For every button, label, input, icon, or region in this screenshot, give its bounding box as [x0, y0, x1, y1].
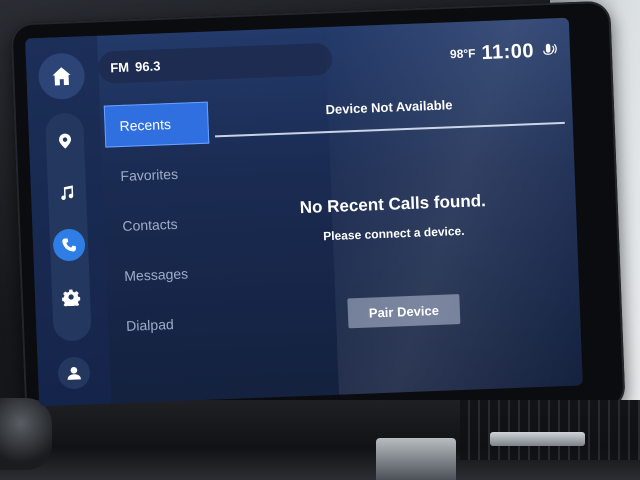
voice-assistant-icon[interactable]	[540, 41, 559, 60]
radio-station: 96.3	[134, 57, 161, 74]
clock: 11:00	[481, 39, 535, 64]
tab-label: Dialpad	[125, 316, 174, 334]
user-icon	[67, 366, 81, 380]
status-area: 98°F 11:00	[449, 34, 558, 70]
recents-panel: Device Not Available No Recent Calls fou…	[213, 80, 574, 383]
volume-knob	[0, 398, 52, 470]
profile-button[interactable]	[57, 356, 91, 390]
tab-label: Contacts	[122, 215, 178, 234]
tab-label: Recents	[119, 116, 172, 135]
home-icon	[52, 67, 71, 86]
air-vent	[460, 400, 640, 460]
music-note-icon	[61, 185, 74, 200]
phone-tabs: Recents Favorites Contacts Messages Dial…	[103, 101, 224, 375]
vent-clip	[490, 432, 585, 446]
chrome-tab	[376, 438, 456, 480]
empty-state-subtitle: Please connect a device.	[322, 223, 465, 244]
radio-band: FM	[110, 59, 130, 75]
pair-device-button[interactable]: Pair Device	[347, 294, 461, 329]
phone-icon	[62, 238, 76, 252]
location-pin-icon	[59, 133, 72, 149]
radio-now-playing[interactable]: FM 96.3	[97, 42, 333, 84]
tab-favorites[interactable]: Favorites	[106, 152, 212, 198]
gear-icon	[61, 289, 81, 307]
tab-messages[interactable]: Messages	[110, 252, 216, 298]
empty-state-title: No Recent Calls found.	[299, 191, 487, 218]
left-rail	[25, 35, 112, 407]
infotainment-screen: FM 96.3 98°F 11:00 Recents Favorites Con…	[25, 17, 583, 407]
tab-contacts[interactable]: Contacts	[108, 202, 214, 248]
home-button[interactable]	[37, 52, 86, 101]
tab-label: Messages	[124, 265, 189, 284]
tab-label: Favorites	[120, 165, 179, 185]
tab-recents[interactable]: Recents	[103, 101, 210, 148]
temperature: 98°F	[449, 46, 476, 62]
tab-dialpad[interactable]: Dialpad	[111, 301, 217, 347]
